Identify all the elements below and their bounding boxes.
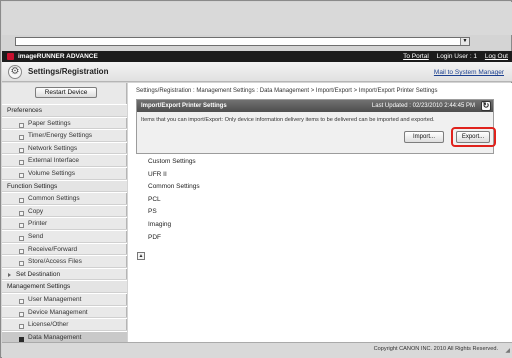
sidebar-item-external-interface[interactable]: External Interface: [2, 154, 127, 167]
canon-logo-icon: [7, 53, 14, 60]
import-export-panel: Import/Export Printer Settings Last Upda…: [136, 99, 496, 154]
sidebar-item-send[interactable]: Send: [2, 229, 127, 243]
settings-item: Imaging: [148, 220, 172, 228]
browser-toolbar: [2, 2, 512, 35]
sidebar-item-printer[interactable]: Printer: [2, 217, 127, 230]
restart-device-button[interactable]: Restart Device: [35, 87, 97, 98]
product-name: imageRUNNER ADVANCE: [18, 53, 98, 60]
settings-item: PS: [148, 208, 157, 216]
sidebar-item-receive-forward[interactable]: Receive/Forward: [2, 242, 127, 256]
to-portal-link[interactable]: To Portal: [403, 53, 429, 60]
breadcrumb: Settings/Registration : Management Setti…: [136, 88, 438, 94]
gear-icon: ⚙: [8, 65, 22, 79]
copyright-text: Copyright CANON INC. 2010 All Rights Res…: [373, 346, 498, 352]
page-top-icon[interactable]: ▲: [137, 252, 145, 260]
settings-item: Common Settings: [148, 183, 200, 191]
sidebar-item-timer-energy-settings[interactable]: Timer/Energy Settings: [2, 129, 127, 142]
mail-to-system-manager-link[interactable]: Mail to System Manager: [434, 69, 504, 76]
sidebar: Restart Device Preferences Paper Settings…: [2, 83, 127, 344]
log-out-link[interactable]: Log Out: [485, 53, 508, 60]
sidebar-nav: Preferences Paper Settings Timer/Energy Se…: [2, 104, 127, 344]
sidebar-item-network-settings[interactable]: Network Settings: [2, 141, 127, 155]
settings-item: PCL: [148, 195, 161, 203]
address-bar[interactable]: ▼: [15, 37, 470, 46]
login-user-label: Login User : 1: [436, 53, 478, 60]
panel-header: Import/Export Printer Settings Last Upda…: [137, 100, 493, 112]
panel-description: Items that you can import/Export: Only d…: [141, 117, 435, 123]
panel-title: Import/Export Printer Settings: [141, 103, 227, 109]
sidebar-item-copy[interactable]: Copy: [2, 204, 127, 218]
sidebar-item-common-settings[interactable]: Common Settings: [2, 192, 127, 205]
sidebar-item-device-management[interactable]: Device Management: [2, 305, 127, 319]
settings-item: Custom Settings: [148, 158, 196, 165]
export-highlight: [451, 127, 496, 147]
sidebar-item-user-management[interactable]: User Management: [2, 292, 127, 306]
refresh-icon[interactable]: ↻: [481, 101, 491, 111]
sidebar-header-function-settings: Function Settings: [2, 179, 127, 193]
resize-grip-icon[interactable]: ◢: [505, 347, 510, 354]
sidebar-header-preferences: Preferences: [2, 104, 127, 117]
sidebar-item-store-access-files[interactable]: Store/Access Files: [2, 255, 127, 268]
page-header: ⚙ Settings/Registration Mail to System M…: [2, 62, 512, 82]
footer: Copyright CANON INC. 2010 All Rights Res…: [2, 342, 512, 358]
settings-item: UFR II: [148, 170, 167, 178]
main-content: Settings/Registration : Management Setti…: [128, 83, 512, 342]
sidebar-item-paper-settings[interactable]: Paper Settings: [2, 116, 127, 130]
address-dropdown-icon[interactable]: ▼: [460, 38, 469, 45]
sidebar-header-management-settings: Management Settings: [2, 280, 127, 293]
page-title: Settings/Registration: [28, 67, 109, 76]
browser-window: ▼ imageRUNNER ADVANCE To Portal Login Us…: [0, 0, 512, 358]
import-button[interactable]: Import...: [404, 131, 444, 143]
brand-bar: imageRUNNER ADVANCE To Portal Login User…: [2, 51, 512, 62]
header-links: To Portal Login User : 1 Log Out: [397, 52, 508, 61]
settings-item: PDF: [148, 233, 161, 241]
last-updated-text: Last Updated : 02/23/2010 2:44:45 PM: [371, 103, 475, 109]
settings-list: Custom Settings UFR II Common Settings PCL P…: [148, 156, 200, 244]
sidebar-item-volume-settings[interactable]: Volume Settings: [2, 166, 127, 180]
sidebar-item-license-other[interactable]: License/Other: [2, 318, 127, 331]
sidebar-item-set-destination[interactable]: Set Destination: [2, 267, 127, 281]
